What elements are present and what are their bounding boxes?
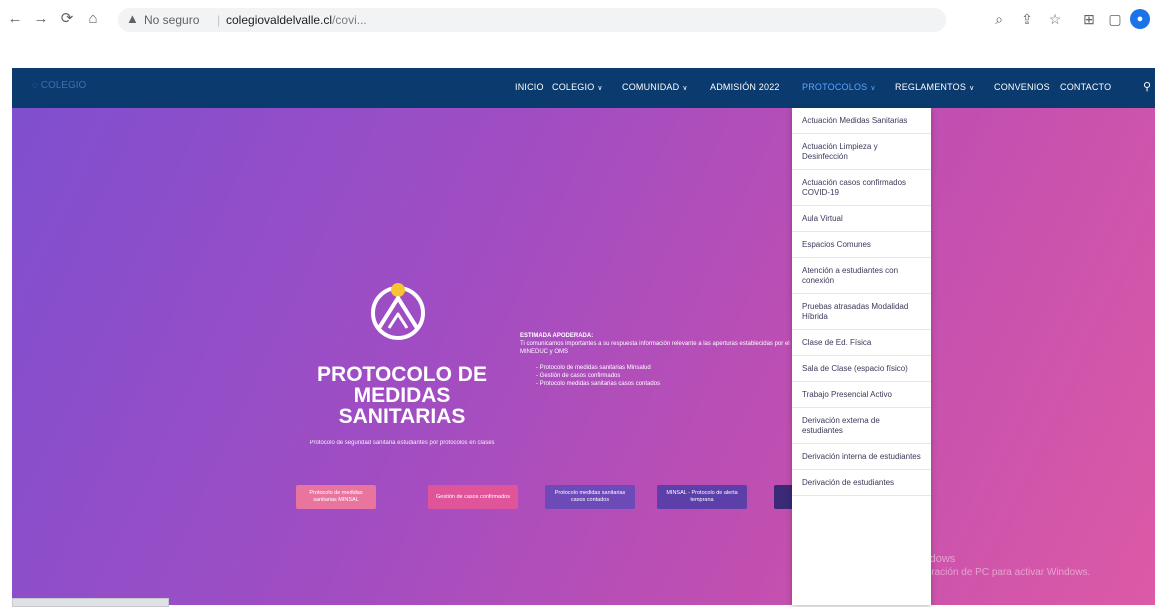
bookmark-star-icon[interactable]: ☆: [1044, 8, 1066, 30]
search-icon[interactable]: ⚲: [1143, 80, 1151, 93]
dropdown-item[interactable]: Aula Virtual: [792, 206, 931, 232]
dropdown-item[interactable]: Atención a estudiantes con conexión: [792, 258, 931, 294]
url-host: colegiovaldelvalle.cl: [226, 13, 333, 27]
nav-label: REGLAMENTOS: [895, 82, 967, 92]
forward-icon[interactable]: →: [30, 8, 52, 30]
dropdown-item[interactable]: Trabajo Presencial Activo: [792, 382, 931, 408]
hero-title: PROTOCOLO DE MEDIDAS SANITARIAS: [317, 363, 487, 428]
hero-banner: PROTOCOLO DE MEDIDAS SANITARIAS Protocol…: [12, 108, 1155, 605]
list-item-text: Protocolo medidas sanitarias casos conta…: [539, 381, 661, 387]
chevron-down-icon: ∨: [870, 85, 876, 92]
dropdown-item[interactable]: Actuación Limpieza y Desinfección: [792, 134, 931, 170]
hero-text-body: Ti comunicamos importantes a su respuest…: [520, 341, 790, 355]
hero-text-heading: ESTIMADA APODERADA:: [520, 333, 594, 339]
dropdown-item[interactable]: Pruebas atrasadas Modalidad Híbrida: [792, 294, 931, 330]
url-path: /covi...: [332, 13, 367, 27]
nav-label: INICIO: [515, 82, 544, 92]
nav-protocolos[interactable]: PROTOCOLOS ∨: [802, 82, 876, 92]
list-item: - Gestión de casos confirmados: [536, 373, 621, 379]
status-bar: [12, 598, 169, 607]
extension-icon[interactable]: ⊞: [1078, 8, 1100, 30]
list-item-text: Gestión de casos confirmados: [539, 373, 621, 379]
logo-icon: ◌: [32, 80, 38, 91]
security-label[interactable]: No seguro: [144, 13, 199, 27]
dropdown-item[interactable]: Derivación de estudiantes: [792, 470, 931, 496]
dropdown-item[interactable]: Clase de Ed. Física: [792, 330, 931, 356]
chevron-down-icon: ∨: [682, 85, 688, 92]
chevron-down-icon: ∨: [969, 85, 975, 92]
dropdown-item[interactable]: Actuación casos confirmados COVID-19: [792, 170, 931, 206]
site-logo[interactable]: ◌ COLEGIO: [32, 80, 86, 91]
watermark-line1: Activar Windows: [874, 553, 956, 565]
url-text[interactable]: colegiovaldelvalle.cl/covi...: [226, 13, 367, 27]
hero-list: - Protocolo de medidas sanitarias Minsal…: [520, 364, 800, 388]
nav-inicio[interactable]: INICIO: [515, 82, 544, 92]
address-bar[interactable]: ▲ No seguro | colegiovaldelvalle.cl/covi…: [118, 8, 946, 32]
cases-contacted-button[interactable]: Protocolo medidas sanitarias casos conta…: [545, 485, 635, 509]
dropdown-item[interactable]: Actuación Medidas Sanitarias: [792, 108, 931, 134]
list-item: - Protocolo medidas sanitarias casos con…: [536, 381, 661, 387]
hero-subtitle: Protocolo de seguridad sanitaria estudia…: [309, 440, 495, 446]
list-item: - Protocolo de medidas sanitarias Minsal…: [536, 365, 651, 371]
dropdown-item[interactable]: Espacios Comunes: [792, 232, 931, 258]
nav-convenios[interactable]: CONVENIOS: [994, 82, 1050, 92]
nav-label: COMUNIDAD: [622, 82, 680, 92]
cases-confirmed-button[interactable]: Gestión de casos confirmados: [428, 485, 518, 509]
dropdown-item[interactable]: Derivación interna de estudiantes: [792, 444, 931, 470]
nav-label: CONVENIOS: [994, 82, 1050, 92]
back-icon[interactable]: ←: [4, 8, 26, 30]
list-item-text: Protocolo de medidas sanitarias Minsalud: [539, 365, 651, 371]
nav-label: CONTACTO: [1060, 82, 1112, 92]
zoom-icon[interactable]: ⌕: [988, 8, 1010, 30]
watermark-line2: Ve a Configuración de PC para activar Wi…: [874, 567, 1091, 578]
home-icon[interactable]: ⌂: [82, 8, 104, 30]
protocolos-dropdown: Actuación Medidas Sanitarias Actuación L…: [792, 108, 931, 605]
nav-label: COLEGIO: [552, 82, 595, 92]
minsal-alert-button[interactable]: MINSAL - Protocolo de alerta temprana: [657, 485, 747, 509]
profile-avatar[interactable]: ●: [1130, 9, 1150, 29]
reload-icon[interactable]: ⟳: [56, 8, 78, 30]
sidepanel-icon[interactable]: ▢: [1104, 8, 1126, 30]
nav-comunidad[interactable]: COMUNIDAD ∨: [622, 82, 688, 92]
nav-reglamentos[interactable]: REGLAMENTOS ∨: [895, 82, 974, 92]
browser-toolbar: ← → ⟳ ⌂ ▲ No seguro | colegiovaldelvalle…: [0, 0, 1155, 68]
warning-icon[interactable]: ▲: [126, 11, 139, 26]
nav-label: ADMISIÓN 2022: [710, 82, 780, 92]
mountain-logo-icon: [371, 283, 425, 340]
nav-contacto[interactable]: CONTACTO: [1060, 82, 1111, 92]
logo-text: COLEGIO: [40, 80, 87, 91]
dropdown-item[interactable]: Sala de Clase (espacio físico): [792, 356, 931, 382]
share-icon[interactable]: ⇪: [1016, 8, 1038, 30]
windows-activation-watermark: Activar Windows Ve a Configuración de PC…: [874, 552, 1090, 580]
dropdown-item[interactable]: Derivación externa de estudiantes: [792, 408, 931, 444]
chevron-down-icon: ∨: [597, 85, 603, 92]
nav-label: PROTOCOLOS: [802, 82, 868, 92]
nav-admision[interactable]: ADMISIÓN 2022: [710, 82, 780, 92]
nav-colegio[interactable]: COLEGIO ∨: [552, 82, 603, 92]
protocol-button-minsal[interactable]: Protocolo de medidas sanitarias MINSAL: [296, 485, 376, 509]
hero-description: ESTIMADA APODERADA: Ti comunicamos impor…: [520, 332, 800, 388]
site-navbar: ◌ COLEGIO INICIO COLEGIO ∨ COMUNIDAD ∨ ADM…: [12, 68, 1155, 108]
address-separator: |: [217, 13, 221, 27]
